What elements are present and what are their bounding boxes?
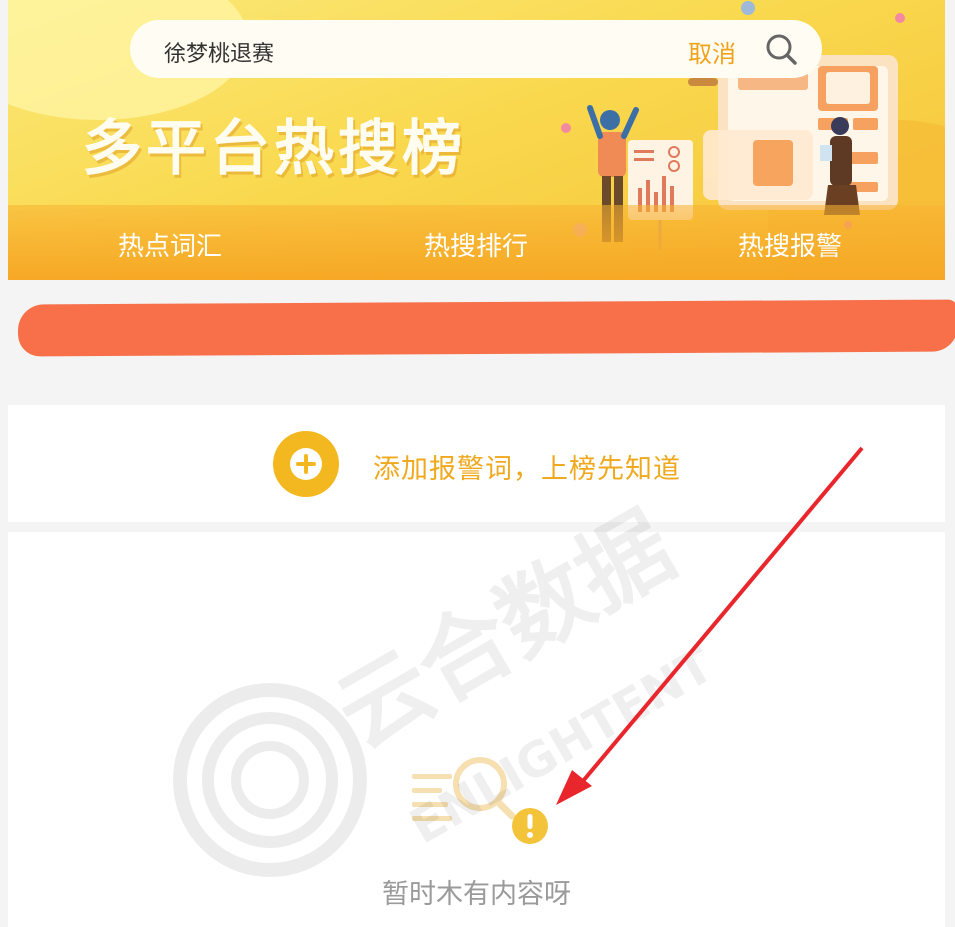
tab-hot-words[interactable]: 热点词汇 [70, 226, 270, 263]
tab-hot-alert[interactable]: 热搜报警 [690, 226, 890, 263]
add-alert-button[interactable] [273, 431, 339, 497]
cancel-button[interactable]: 取消 [688, 34, 736, 69]
hot-search-banner: 徐梦桃退赛 取消 多平台热搜榜 热点词汇 热搜排行 热搜报警 [8, 0, 945, 280]
plus-icon [290, 448, 322, 480]
banner-title: 多平台热搜榜 [82, 114, 466, 184]
tab-hot-ranking[interactable]: 热搜排行 [376, 226, 576, 263]
search-icon[interactable] [764, 32, 798, 66]
alert-list-card: 暂时木有内容呀 [8, 532, 945, 927]
empty-message: 暂时木有内容呀 [382, 879, 571, 910]
empty-search-icon [412, 757, 548, 844]
redacted-bar [17, 299, 955, 357]
add-alert-card: 添加报警词，上榜先知道 [8, 405, 945, 522]
search-bar[interactable]: 徐梦桃退赛 取消 [130, 20, 822, 78]
search-input[interactable]: 徐梦桃退赛 [164, 36, 274, 68]
add-alert-label[interactable]: 添加报警词，上榜先知道 [373, 447, 681, 486]
